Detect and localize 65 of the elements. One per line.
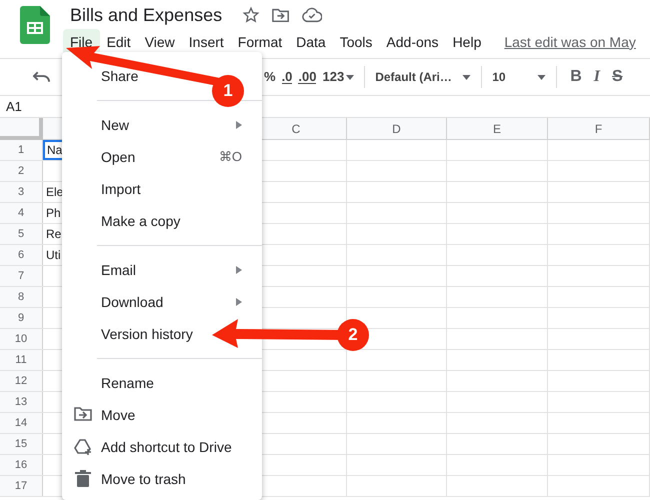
- menu-item[interactable]: Edit: [100, 29, 138, 55]
- row-header[interactable]: 13: [0, 392, 43, 412]
- row-header[interactable]: 6: [0, 245, 43, 265]
- row-header[interactable]: 11: [0, 350, 43, 370]
- row-header[interactable]: 5: [0, 224, 43, 244]
- menu-item[interactable]: Tools: [332, 29, 380, 55]
- font-size-dropdown[interactable]: 10: [492, 68, 546, 86]
- menu-item[interactable]: Move: [101, 404, 136, 426]
- undo-icon[interactable]: [33, 71, 50, 83]
- last-edit-link[interactable]: Last edit was on May: [504, 32, 636, 52]
- shortcut-label: ⌘O: [218, 148, 242, 166]
- menu-item[interactable]: Download: [101, 292, 164, 312]
- row-header[interactable]: 16: [0, 455, 43, 475]
- menu-item[interactable]: Import: [101, 178, 141, 200]
- drive-plus-icon: [74, 438, 92, 456]
- caret-icon: [346, 74, 354, 80]
- menu-item[interactable]: Make a copy: [101, 210, 180, 232]
- menu-item[interactable]: Insert: [182, 29, 231, 55]
- row-header[interactable]: 1: [0, 140, 43, 160]
- row-header[interactable]: 10: [0, 329, 43, 349]
- row-header[interactable]: 8: [0, 287, 43, 307]
- bold-button[interactable]: B: [567, 65, 585, 89]
- row-header[interactable]: 3: [0, 182, 43, 202]
- document-title[interactable]: Bills and Expenses: [70, 2, 230, 28]
- menu-item[interactable]: Share: [101, 66, 138, 86]
- row-header[interactable]: 14: [0, 413, 43, 433]
- row-header[interactable]: 17: [0, 476, 43, 496]
- row-header[interactable]: 2: [0, 161, 43, 181]
- row-header[interactable]: 15: [0, 434, 43, 454]
- font-dropdown[interactable]: Default (Ari…: [375, 68, 472, 86]
- row-header[interactable]: 4: [0, 203, 43, 223]
- menu-item[interactable]: Email: [101, 260, 136, 280]
- menu-item[interactable]: View: [138, 29, 182, 55]
- menu-item[interactable]: Add-ons: [379, 29, 446, 55]
- menu-item[interactable]: Move to trash: [101, 468, 186, 490]
- callout-badge: 2: [337, 319, 369, 351]
- increase-decimals-button[interactable]: .00: [298, 70, 316, 84]
- menu-item[interactable]: Version history: [101, 324, 193, 344]
- row-header[interactable]: 12: [0, 371, 43, 391]
- caret-icon: [462, 74, 472, 80]
- column-header[interactable]: F: [548, 118, 650, 140]
- decrease-decimals-button[interactable]: .0: [282, 70, 292, 84]
- star-icon[interactable]: [242, 6, 260, 24]
- caret-icon: [537, 74, 546, 80]
- column-header[interactable]: D: [347, 118, 447, 140]
- number-format-dropdown[interactable]: 123: [322, 67, 354, 87]
- row-header[interactable]: 9: [0, 308, 43, 328]
- menu-item[interactable]: Data: [289, 29, 333, 55]
- name-box[interactable]: A1: [6, 96, 22, 116]
- menu-item[interactable]: Help: [446, 29, 488, 55]
- menu-item[interactable]: Rename: [101, 372, 154, 394]
- menu-item[interactable]: Open: [101, 146, 136, 168]
- folder-move-icon: [74, 406, 92, 424]
- row-header[interactable]: 7: [0, 266, 43, 286]
- menu-item[interactable]: New: [101, 114, 130, 136]
- folder-move-icon[interactable]: [272, 7, 290, 23]
- menu-item[interactable]: Add shortcut to Drive: [101, 436, 232, 458]
- sheets-logo-icon[interactable]: [20, 6, 50, 44]
- trash-icon: [74, 470, 92, 488]
- cloud-check-icon[interactable]: [302, 7, 322, 23]
- italic-button[interactable]: I: [590, 65, 603, 89]
- menu-item[interactable]: Format: [230, 29, 290, 55]
- strikethrough-button[interactable]: S: [608, 65, 626, 89]
- column-header[interactable]: E: [447, 118, 548, 140]
- percent-format-button[interactable]: %: [264, 67, 276, 87]
